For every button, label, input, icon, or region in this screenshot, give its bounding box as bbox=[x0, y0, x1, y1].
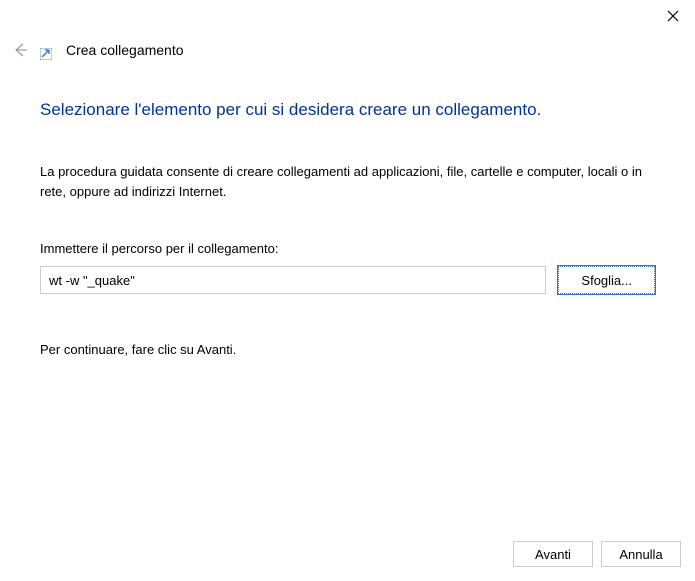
continue-hint: Per continuare, fare clic su Avanti. bbox=[40, 342, 655, 357]
page-heading: Selezionare l'elemento per cui si deside… bbox=[40, 100, 655, 120]
wizard-header: Crea collegamento bbox=[10, 40, 184, 60]
back-button[interactable] bbox=[10, 40, 30, 60]
path-input-row: Sfoglia... bbox=[40, 266, 655, 294]
close-icon bbox=[667, 10, 679, 22]
shortcut-icon bbox=[40, 44, 56, 60]
wizard-title: Crea collegamento bbox=[66, 42, 184, 58]
close-button[interactable] bbox=[665, 8, 681, 24]
path-input-label: Immettere il percorso per il collegament… bbox=[40, 241, 655, 256]
arrow-left-icon bbox=[12, 42, 28, 58]
cancel-button[interactable]: Annulla bbox=[601, 541, 681, 567]
wizard-content: Selezionare l'elemento per cui si deside… bbox=[40, 100, 655, 357]
wizard-footer: Avanti Annulla bbox=[513, 541, 681, 567]
path-input[interactable] bbox=[40, 266, 546, 294]
page-description: La procedura guidata consente di creare … bbox=[40, 162, 655, 201]
next-button[interactable]: Avanti bbox=[513, 541, 593, 567]
browse-button[interactable]: Sfoglia... bbox=[558, 266, 655, 294]
